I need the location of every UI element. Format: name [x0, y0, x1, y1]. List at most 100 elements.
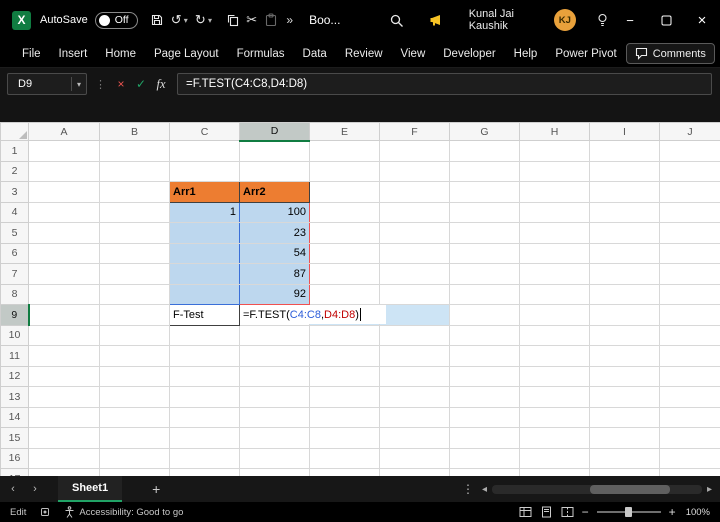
cell-B6[interactable] [100, 243, 170, 264]
cell-F14[interactable] [380, 407, 450, 428]
cell-G8[interactable] [450, 284, 520, 305]
cell-G6[interactable] [450, 243, 520, 264]
horizontal-scrollbar[interactable]: ◂ ▸ [482, 484, 720, 495]
formula-bar-handle-icon[interactable]: ⋮ [95, 78, 106, 91]
scrollbar-thumb[interactable] [590, 485, 670, 494]
cell-A14[interactable] [29, 407, 100, 428]
page-break-view-button[interactable] [561, 506, 574, 518]
cell-C7[interactable] [170, 264, 240, 285]
cell-J3[interactable] [660, 182, 720, 203]
cell-E14[interactable] [310, 407, 380, 428]
ribbon-tab-help[interactable]: Help [505, 40, 547, 67]
cell-A13[interactable] [29, 387, 100, 408]
cell-D15[interactable] [240, 428, 310, 449]
row-header-8[interactable]: 8 [1, 284, 29, 305]
cell-H8[interactable] [520, 284, 590, 305]
cell-I11[interactable] [590, 346, 660, 367]
ribbon-tab-power-pivot[interactable]: Power Pivot [546, 40, 625, 67]
row-header-10[interactable]: 10 [1, 325, 29, 346]
cell-B10[interactable] [100, 325, 170, 346]
cell-E13[interactable] [310, 387, 380, 408]
cell-F13[interactable] [380, 387, 450, 408]
cell-C5[interactable] [170, 223, 240, 244]
cell-E2[interactable] [310, 161, 380, 182]
name-box-dropdown-icon[interactable]: ▾ [71, 77, 86, 91]
cell-J11[interactable] [660, 346, 720, 367]
cell-C3[interactable]: Arr1 [170, 182, 240, 203]
cell-C15[interactable] [170, 428, 240, 449]
row-header-11[interactable]: 11 [1, 346, 29, 367]
cell-H6[interactable] [520, 243, 590, 264]
cell-I2[interactable] [590, 161, 660, 182]
avatar[interactable]: KJ [554, 9, 576, 31]
cell-A10[interactable] [29, 325, 100, 346]
cell-H11[interactable] [520, 346, 590, 367]
cell-F16[interactable] [380, 448, 450, 469]
cell-A15[interactable] [29, 428, 100, 449]
cell-E6[interactable] [310, 243, 380, 264]
autosave-toggle[interactable]: Off [95, 12, 138, 29]
cell-G1[interactable] [450, 141, 520, 162]
accessibility-status[interactable]: Accessibility: Good to go [64, 506, 183, 518]
cell-E8[interactable] [310, 284, 380, 305]
redo-dropdown-icon[interactable]: ▾ [208, 16, 212, 25]
scrollbar-track[interactable] [492, 485, 702, 494]
cell-F7[interactable] [380, 264, 450, 285]
column-header-D[interactable]: D [240, 123, 310, 141]
cell-A4[interactable] [29, 202, 100, 223]
cell-A7[interactable] [29, 264, 100, 285]
cell-I15[interactable] [590, 428, 660, 449]
cell-B12[interactable] [100, 366, 170, 387]
more-commands-icon[interactable]: » [286, 13, 293, 27]
cell-E7[interactable] [310, 264, 380, 285]
row-header-1[interactable]: 1 [1, 141, 29, 162]
scroll-right-icon[interactable]: ▸ [707, 484, 712, 495]
cell-H9[interactable] [520, 305, 590, 326]
ribbon-tab-page-layout[interactable]: Page Layout [145, 40, 228, 67]
cell-J4[interactable] [660, 202, 720, 223]
sheet-nav-left-icon[interactable]: ‹ [4, 483, 22, 495]
cell-F6[interactable] [380, 243, 450, 264]
undo-dropdown-icon[interactable]: ▾ [184, 16, 188, 25]
ideas-button[interactable] [593, 7, 612, 33]
column-header-G[interactable]: G [450, 123, 520, 141]
cell-G17[interactable] [450, 469, 520, 477]
cell-D12[interactable] [240, 366, 310, 387]
row-header-5[interactable]: 5 [1, 223, 29, 244]
cell-E12[interactable] [310, 366, 380, 387]
cell-H5[interactable] [520, 223, 590, 244]
cell-C11[interactable] [170, 346, 240, 367]
cell-G13[interactable] [450, 387, 520, 408]
cell-C17[interactable] [170, 469, 240, 477]
ribbon-tab-review[interactable]: Review [336, 40, 392, 67]
zoom-level[interactable]: 100% [686, 507, 710, 518]
cell-B8[interactable] [100, 284, 170, 305]
cell-A16[interactable] [29, 448, 100, 469]
cell-G4[interactable] [450, 202, 520, 223]
cell-J8[interactable] [660, 284, 720, 305]
cell-F3[interactable] [380, 182, 450, 203]
cell-A3[interactable] [29, 182, 100, 203]
user-name[interactable]: Kunal Jai Kaushik [469, 8, 545, 32]
cell-G7[interactable] [450, 264, 520, 285]
ribbon-tab-home[interactable]: Home [96, 40, 145, 67]
cell-G2[interactable] [450, 161, 520, 182]
cell-J17[interactable] [660, 469, 720, 477]
cell-F1[interactable] [380, 141, 450, 162]
cell-B15[interactable] [100, 428, 170, 449]
cut-button[interactable]: ✂ [242, 7, 261, 33]
cell-C13[interactable] [170, 387, 240, 408]
cell-B13[interactable] [100, 387, 170, 408]
ribbon-tab-view[interactable]: View [392, 40, 435, 67]
cell-H1[interactable] [520, 141, 590, 162]
cell-C6[interactable] [170, 243, 240, 264]
row-header-3[interactable]: 3 [1, 182, 29, 203]
minimize-button[interactable]: − [612, 0, 648, 40]
cell-H7[interactable] [520, 264, 590, 285]
cell-J12[interactable] [660, 366, 720, 387]
cell-G15[interactable] [450, 428, 520, 449]
excel-logo-icon[interactable]: X [12, 11, 31, 30]
cell-C1[interactable] [170, 141, 240, 162]
paste-button[interactable] [261, 7, 280, 33]
cell-I9[interactable] [590, 305, 660, 326]
